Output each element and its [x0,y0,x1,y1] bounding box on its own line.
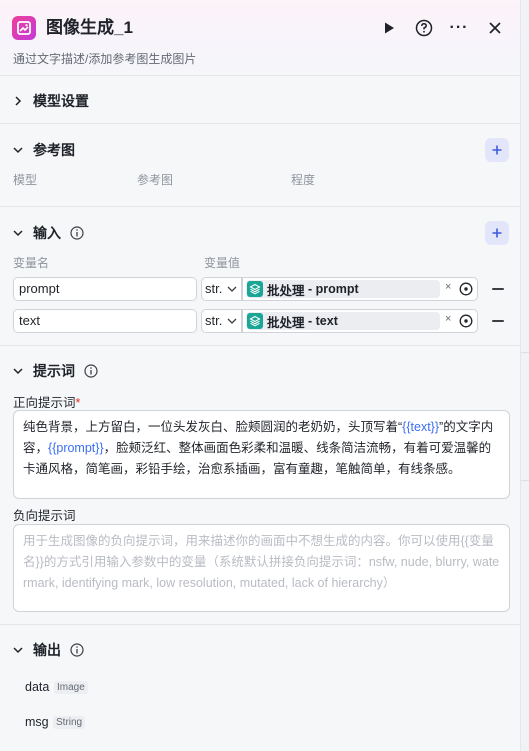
prompt-toggle[interactable]: 提示词 [12,361,98,381]
target-icon[interactable] [459,314,473,328]
reference-tag: 批处理 - text [246,312,440,330]
chevron-down-icon [13,368,23,375]
batch-node-icon [247,313,263,329]
play-icon[interactable] [378,16,400,40]
section-title: 输出 [33,642,61,658]
chevron-down-icon [13,647,23,654]
reference-variable: prompt [315,282,359,296]
column-var-value: 变量值 [204,256,241,270]
output-type-badge: String [53,716,86,729]
batch-node-icon [247,281,263,297]
var-value-reference[interactable]: 批处理 - text × [242,309,478,333]
reference-image-section: 参考图 模型 参考图 程度 [0,124,520,207]
prompt-variable-text: {{text}} [402,420,440,434]
reference-separator: - [304,282,316,296]
type-select[interactable]: str. [201,277,242,301]
prompt-text: 纯色背景，上方留白，一位头发灰白、脸颊圆润的老奶奶，头顶写着“ [23,420,403,434]
panel-header: 图像生成_1 通过文字描述/添加参考图生成图片 ··· [0,0,520,76]
reference-separator: - [304,314,316,328]
column-model: 模型 [13,173,38,187]
clear-reference-button[interactable]: × [445,281,451,293]
var-name-input[interactable]: prompt [13,277,197,301]
close-icon[interactable] [484,16,506,40]
output-toggle[interactable]: 输出 [12,640,84,660]
help-icon[interactable] [413,16,435,40]
chevron-down-icon [13,230,23,237]
section-title: 输入 [33,225,61,241]
remove-input-button[interactable] [492,320,504,322]
remove-input-button[interactable] [492,288,504,290]
var-name-input[interactable]: text [13,309,197,333]
model-settings-section: 模型设置 [0,76,520,124]
reference-source: 批处理 [267,315,305,330]
positive-prompt-label: 正向提示词* [13,392,80,411]
positive-prompt-label-text: 正向提示词 [13,396,76,410]
node-description: 通过文字描述/添加参考图生成图片 [13,52,197,66]
section-title: 参考图 [33,142,75,158]
type-select-value: str. [205,281,223,296]
chevron-down-icon [13,147,23,154]
more-icon[interactable]: ··· [448,16,470,40]
node-title[interactable]: 图像生成_1 [46,16,133,40]
output-section: 输出 data Image msg String [0,625,520,751]
column-reference: 参考图 [137,173,174,187]
reference-tag: 批处理 - prompt [246,280,440,298]
chevron-down-icon [227,286,237,292]
canvas-edge [521,352,529,353]
clear-reference-button[interactable]: × [445,313,451,325]
required-mark: * [75,396,81,410]
input-section: 输入 变量名 变量值 prompt str. 批处理 - prompt × te… [0,207,520,346]
model-settings-toggle[interactable]: 模型设置 [12,91,89,111]
add-reference-button[interactable] [485,138,509,162]
prompt-section: 提示词 正向提示词* 纯色背景，上方留白，一位头发灰白、脸颊圆润的老奶奶，头顶写… [0,346,520,625]
plus-icon [492,145,502,155]
input-toggle[interactable]: 输入 [12,223,84,243]
negative-prompt-label: 负向提示词 [13,509,76,523]
output-type-badge: Image [54,681,88,694]
negative-prompt-textarea[interactable]: 用于生成图像的负向提示词，用来描述你的画面中不想生成的内容。你可以使用{{变量名… [13,524,510,612]
column-var-name: 变量名 [13,256,50,270]
info-icon[interactable] [70,226,84,240]
chevron-right-icon [15,96,22,106]
reference-source: 批处理 [267,283,305,298]
prompt-variable-prompt: {{prompt}} [48,441,104,455]
info-icon[interactable] [84,364,98,378]
add-input-button[interactable] [485,221,509,245]
type-select-value: str. [205,313,223,328]
var-value-reference[interactable]: 批处理 - prompt × [242,277,478,301]
column-degree: 程度 [291,173,316,187]
chevron-down-icon [227,318,237,324]
reference-toggle[interactable]: 参考图 [12,140,75,160]
node-config-panel: 图像生成_1 通过文字描述/添加参考图生成图片 ··· 模型设置 参考图 模型 … [0,0,521,751]
positive-prompt-textarea[interactable]: 纯色背景，上方留白，一位头发灰白、脸颊圆润的老奶奶，头顶写着“{{text}}”… [13,410,510,499]
target-icon[interactable] [459,282,473,296]
image-node-icon [12,16,36,40]
info-icon[interactable] [70,643,84,657]
type-select[interactable]: str. [201,309,242,333]
reference-variable: text [315,314,338,328]
plus-icon [492,228,502,238]
output-name: msg [25,715,49,729]
canvas-edge [521,480,529,481]
section-title: 提示词 [33,363,75,379]
output-name: data [25,680,50,694]
section-title: 模型设置 [33,93,89,109]
canvas-background [521,0,529,751]
